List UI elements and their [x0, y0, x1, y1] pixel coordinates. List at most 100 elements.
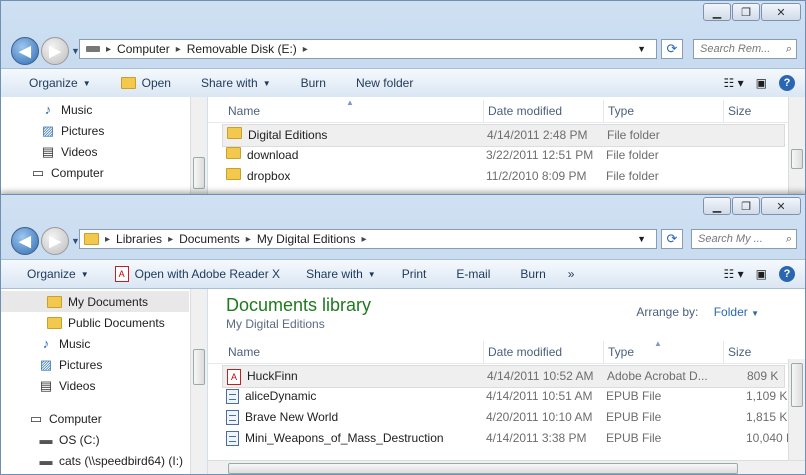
pdf-icon: A	[114, 266, 129, 282]
forward-button[interactable]: ▶	[41, 37, 69, 65]
search-input[interactable]: Search Rem... ⌕	[693, 39, 797, 59]
file-row[interactable]: Brave New World 4/20/2011 10:10 AM EPUB …	[222, 407, 787, 428]
refresh-button[interactable]: ⟳	[661, 39, 683, 59]
email-button[interactable]: E-mail	[456, 267, 490, 281]
print-button[interactable]: Print	[402, 267, 427, 281]
share-with-label: Share with	[200, 76, 258, 90]
scroll-thumb[interactable]	[228, 463, 738, 474]
nav-scrollbar[interactable]	[190, 289, 207, 474]
nav-item-music[interactable]: ♪ Music	[1, 333, 207, 354]
burn-button[interactable]: Burn	[520, 267, 545, 281]
library-subtitle: My Digital Editions	[226, 317, 325, 331]
organize-button[interactable]: Organize ▼	[27, 267, 89, 281]
help-icon[interactable]: ?	[779, 266, 795, 282]
column-name[interactable]: Name	[224, 100, 484, 122]
column-date-modified[interactable]: Date modified	[484, 341, 604, 363]
back-button[interactable]: ◀	[11, 227, 39, 255]
address-bar[interactable]: ▸ Libraries ▸ Documents ▸ My Digital Edi…	[79, 229, 657, 249]
breadcrumb-separator-icon: ▸	[245, 233, 251, 245]
breadcrumb-item-documents[interactable]: Documents	[179, 232, 240, 246]
address-dropdown-icon[interactable]: ▼	[637, 234, 646, 244]
file-name: HuckFinn	[247, 369, 298, 383]
file-list-scrollbar[interactable]	[788, 97, 805, 199]
column-size[interactable]: Size	[724, 100, 784, 122]
preview-pane-icon[interactable]: ▣	[756, 76, 767, 90]
file-name: Mini_Weapons_of_Mass_Destruction	[245, 431, 444, 445]
close-button[interactable]: ✕	[761, 3, 801, 21]
maximize-button[interactable]: ❐	[732, 3, 760, 21]
nav-item-music[interactable]: ♪ Music	[39, 99, 207, 120]
nav-item-pictures[interactable]: ▨ Pictures	[39, 120, 207, 141]
nav-item-videos[interactable]: ▤ Videos	[1, 375, 207, 396]
organize-button[interactable]: Organize ▼	[29, 76, 91, 90]
nav-item-computer[interactable]: ▭ Computer	[1, 408, 207, 429]
open-label: Open	[141, 76, 171, 90]
file-row[interactable]: download 3/22/2011 12:51 PM File folder	[222, 145, 785, 166]
file-name-cell: Brave New World	[226, 407, 338, 428]
scroll-thumb[interactable]	[791, 363, 803, 407]
file-row[interactable]: aliceDynamic 4/14/2011 10:51 AM EPUB Fil…	[222, 386, 787, 407]
address-bar[interactable]: ▸ Computer ▸ Removable Disk (E:) ▸ ▼	[79, 39, 657, 59]
breadcrumb-item-libraries[interactable]: Libraries	[116, 232, 162, 246]
file-name-cell: aliceDynamic	[226, 386, 316, 407]
scroll-thumb[interactable]	[193, 157, 205, 189]
nav-scrollbar[interactable]	[190, 97, 207, 199]
nav-item-network-drive[interactable]: ▬ cats (\\speedbird64) (I:)	[1, 450, 207, 471]
more-commands-button[interactable]: »	[568, 267, 575, 281]
window-controls: ▁ ❐ ✕	[702, 3, 801, 21]
file-date: 4/20/2011 10:10 AM	[486, 410, 593, 424]
forward-button[interactable]: ▶	[41, 227, 69, 255]
scroll-thumb[interactable]	[193, 349, 205, 385]
folder-icon	[227, 127, 242, 139]
horizontal-scrollbar[interactable]	[208, 460, 805, 474]
file-name-cell: download	[226, 145, 298, 166]
open-with-button[interactable]: A Open with Adobe Reader X	[114, 266, 280, 282]
minimize-button[interactable]: ▁	[703, 3, 731, 21]
minimize-button[interactable]: ▁	[703, 197, 731, 215]
column-type[interactable]: Type	[604, 100, 724, 122]
close-button[interactable]: ✕	[761, 197, 801, 215]
file-row[interactable]: A HuckFinn 4/14/2011 10:52 AM Adobe Acrob…	[222, 365, 785, 388]
address-dropdown-icon[interactable]: ▼	[637, 44, 646, 54]
breadcrumb-item-removable-disk[interactable]: Removable Disk (E:)	[187, 42, 297, 56]
music-icon: ♪	[42, 336, 50, 351]
nav-item-pictures[interactable]: ▨ Pictures	[1, 354, 207, 375]
nav-label: Public Documents	[68, 315, 165, 330]
maximize-button[interactable]: ❐	[732, 197, 760, 215]
view-options-icon[interactable]: ☷ ▾	[724, 76, 744, 90]
scroll-thumb[interactable]	[791, 149, 803, 169]
file-list-scrollbar[interactable]	[788, 359, 805, 461]
nav-label: Music	[61, 102, 93, 117]
nav-item-my-documents[interactable]: My Documents	[1, 291, 189, 312]
search-placeholder: Search My ...	[698, 233, 763, 245]
preview-pane-icon[interactable]: ▣	[756, 267, 767, 281]
column-size[interactable]: Size	[724, 341, 784, 363]
new-folder-button[interactable]: New folder	[356, 76, 413, 90]
nav-item-public-documents[interactable]: Public Documents	[1, 312, 207, 333]
breadcrumb-item-my-digital-editions[interactable]: My Digital Editions	[257, 232, 356, 246]
column-date-modified[interactable]: Date modified	[484, 100, 604, 122]
file-row[interactable]: Mini_Weapons_of_Mass_Destruction 4/14/20…	[222, 428, 794, 449]
nav-item-os-c[interactable]: ▬ OS (C:)	[1, 429, 207, 450]
view-options-icon[interactable]: ☷ ▾	[724, 267, 744, 281]
share-with-button[interactable]: Share with ▼	[201, 76, 271, 90]
nav-item-computer[interactable]: ▭ Computer	[29, 162, 207, 183]
help-icon[interactable]: ?	[779, 75, 795, 91]
arrange-by-dropdown[interactable]: Folder ▼	[714, 305, 759, 319]
search-input[interactable]: Search My ... ⌕	[691, 229, 797, 249]
file-row[interactable]: Digital Editions 4/14/2011 2:48 PM File …	[222, 124, 785, 147]
epub-icon	[226, 431, 239, 447]
file-name: dropbox	[247, 169, 291, 183]
back-button[interactable]: ◀	[11, 37, 39, 65]
breadcrumb-item-computer[interactable]: Computer	[117, 42, 170, 56]
column-type[interactable]: Type	[604, 341, 724, 363]
column-name[interactable]: Name	[224, 341, 484, 363]
nav-item-videos[interactable]: ▤ Videos	[39, 141, 207, 162]
share-with-button[interactable]: Share with ▼	[306, 267, 376, 281]
burn-button[interactable]: Burn	[301, 76, 326, 90]
file-row[interactable]: dropbox 11/2/2010 8:09 PM File folder	[222, 166, 785, 187]
refresh-button[interactable]: ⟳	[661, 229, 683, 249]
open-button[interactable]: Open	[120, 76, 171, 90]
file-name: Digital Editions	[248, 128, 328, 142]
search-icon: ⌕	[785, 232, 792, 245]
